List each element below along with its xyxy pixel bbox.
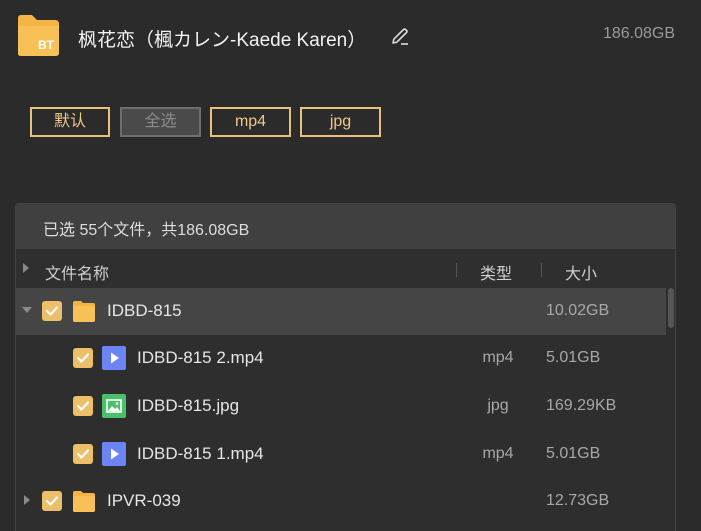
row-checkbox[interactable] (73, 444, 93, 464)
column-name[interactable]: 文件名称 (45, 260, 109, 284)
column-divider (541, 263, 542, 277)
row-name: IDBD-815 1.mp4 (137, 444, 264, 463)
filter-mp4-button[interactable]: mp4 (210, 107, 291, 137)
column-divider (456, 263, 457, 277)
row-type: mp4 (482, 445, 514, 462)
folder-icon (73, 491, 95, 512)
folder-row-ipvr-039[interactable]: IPVR-039 12.73GB (16, 478, 666, 525)
row-type: jpg (487, 397, 509, 414)
header: BT 枫花恋（楓カレン-Kaede Karen） 186.08GB (15, 14, 685, 60)
row-type: mp4 (482, 349, 514, 366)
row-checkbox[interactable] (42, 491, 62, 511)
row-checkbox[interactable] (73, 348, 93, 368)
row-name: IPVR-039 (107, 491, 181, 510)
torrent-details-panel: BT 枫花恋（楓カレン-Kaede Karen） 186.08GB 默认 全选 … (0, 0, 701, 531)
row-size: 169.29KB (546, 397, 617, 414)
file-row-idbd-815-1-mp4[interactable]: IDBD-815 1.mp4 mp4 5.01GB (16, 431, 666, 478)
row-size: 5.01GB (546, 349, 601, 366)
selection-summary-text: 已选 55个文件，共186.08GB (43, 222, 250, 239)
file-row-idbd-815-2-mp4[interactable]: IDBD-815 2.mp4 mp4 5.01GB (16, 335, 666, 382)
row-name: IDBD-815 (107, 301, 182, 320)
row-checkbox[interactable] (73, 396, 93, 416)
image-file-icon (102, 394, 126, 418)
collapse-icon[interactable] (22, 307, 32, 313)
expand-icon[interactable] (24, 495, 30, 505)
column-header: 文件名称 类型 大小 (16, 250, 675, 288)
row-checkbox[interactable] (42, 301, 62, 321)
column-type[interactable]: 类型 (480, 260, 512, 284)
file-row-idbd-815-jpg[interactable]: IDBD-815.jpg jpg 169.29KB (16, 383, 666, 430)
filter-default-button[interactable]: 默认 (30, 107, 110, 137)
bt-folder-icon: BT (18, 15, 59, 56)
folder-icon (73, 301, 95, 322)
row-size: 12.73GB (546, 492, 610, 509)
row-name: IDBD-815 2.mp4 (137, 348, 264, 367)
total-size: 186.08GB (602, 25, 675, 42)
scrollbar-thumb[interactable] (668, 288, 674, 328)
torrent-title: 枫花恋（楓カレン-Kaede Karen） (78, 30, 367, 51)
video-file-icon (102, 346, 126, 370)
file-list-panel: 已选 55个文件，共186.08GB 文件名称 类型 大小 IDBD-815 1… (15, 203, 676, 531)
row-size: 10.02GB (546, 302, 610, 319)
bt-badge-text: BT (38, 38, 55, 52)
edit-icon[interactable] (390, 26, 410, 46)
filter-jpg-button[interactable]: jpg (300, 107, 381, 137)
expand-all-icon[interactable] (23, 263, 29, 273)
filter-select-all-button[interactable]: 全选 (120, 107, 201, 137)
scrollbar[interactable] (667, 288, 675, 531)
column-size[interactable]: 大小 (565, 260, 597, 284)
selection-summary: 已选 55个文件，共186.08GB (16, 204, 675, 249)
folder-row-idbd-815[interactable]: IDBD-815 10.02GB (16, 288, 666, 335)
video-file-icon (102, 442, 126, 466)
row-name: IDBD-815.jpg (137, 396, 240, 415)
row-size: 5.01GB (546, 445, 601, 462)
